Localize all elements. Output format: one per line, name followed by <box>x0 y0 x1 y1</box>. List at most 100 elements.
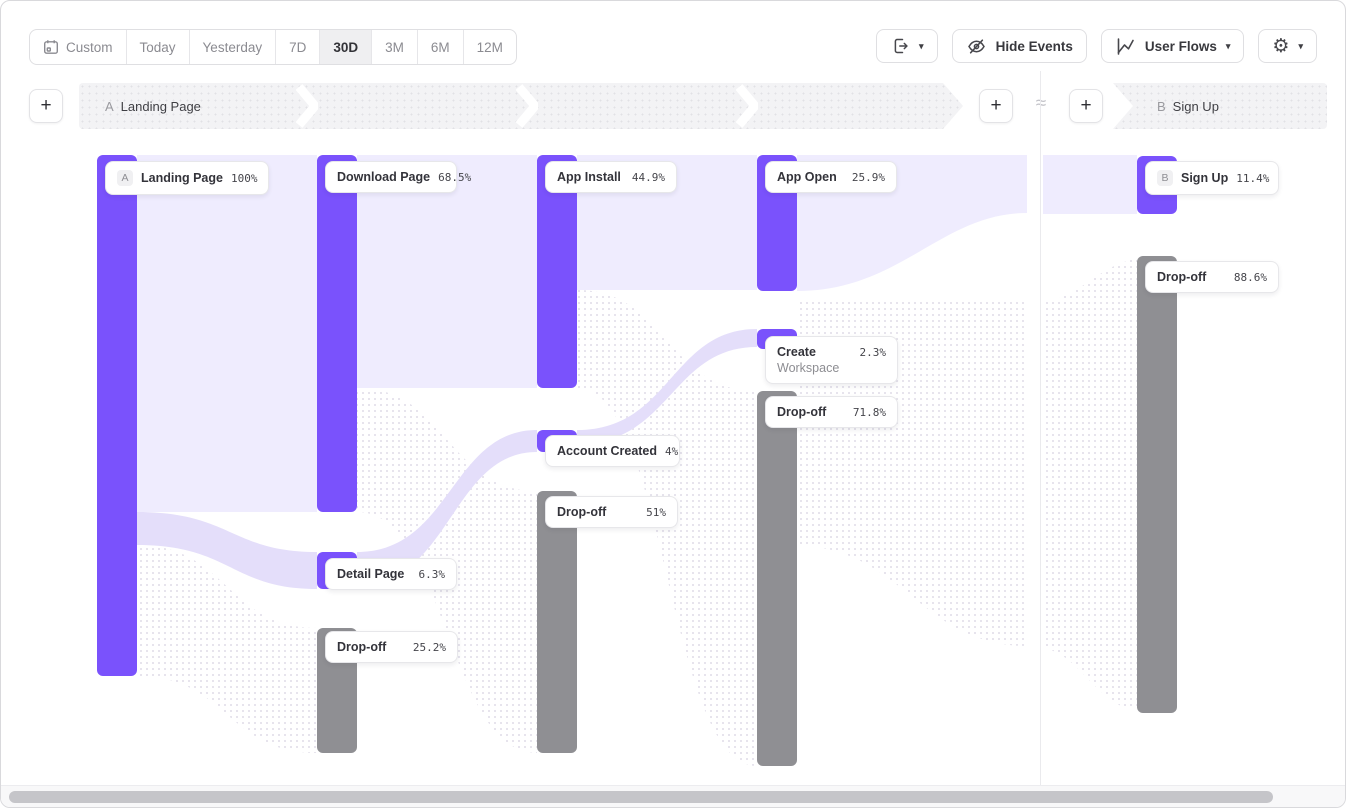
ribbon-account-to-workspace <box>577 329 757 444</box>
card-row: Workspace <box>777 361 886 375</box>
node-value: 11.4% <box>1236 172 1269 185</box>
gear-icon: ⚙ <box>1272 37 1289 56</box>
node-label-secondary: Workspace <box>777 361 839 375</box>
date-range-label: 6M <box>431 40 450 55</box>
node-label: Drop-off <box>337 640 386 654</box>
node-card-app-install[interactable]: App Install 44.9% <box>545 161 677 193</box>
date-range-3m[interactable]: 3M <box>371 30 417 64</box>
node-card-sign-up[interactable]: B Sign Up 11.4% <box>1145 161 1279 195</box>
settings-button[interactable]: ⚙ ▾ <box>1258 29 1317 63</box>
node-card-landing-page[interactable]: A Landing Page 100% <box>105 161 269 195</box>
view-selector-label: User Flows <box>1145 39 1217 54</box>
node-value: 4% <box>665 445 678 458</box>
node-value: 71.8% <box>853 406 886 419</box>
node-card-dropoff-2[interactable]: Drop-off 51% <box>545 496 678 528</box>
view-selector-user-flows[interactable]: User Flows ▾ <box>1101 29 1245 63</box>
card-row: Create 2.3% <box>777 345 886 359</box>
date-range-12m[interactable]: 12M <box>463 30 516 64</box>
node-bar-dropoff-4[interactable] <box>1137 256 1177 713</box>
date-range-label: Yesterday <box>203 40 263 55</box>
date-range-label: 12M <box>477 40 503 55</box>
step-a-band[interactable]: A Landing Page <box>79 83 963 129</box>
node-card-dropoff-4[interactable]: Drop-off 88.6% <box>1145 261 1279 293</box>
date-range-label: 3M <box>385 40 404 55</box>
node-label: Landing Page <box>141 171 223 185</box>
node-card-detail-page[interactable]: Detail Page 6.3% <box>325 558 457 590</box>
flows-chart-icon <box>1115 36 1136 57</box>
ribbon-landing-to-detail <box>137 512 317 589</box>
node-label: Download Page <box>337 170 430 184</box>
date-range-today[interactable]: Today <box>126 30 189 64</box>
node-label: Drop-off <box>557 505 606 519</box>
step-badge: A <box>117 170 133 186</box>
step-a-badge: A <box>105 99 114 114</box>
chevron-separator-icon <box>736 83 758 129</box>
eye-off-icon <box>966 36 987 57</box>
date-range-30d-selected[interactable]: 30D <box>319 30 371 64</box>
export-button[interactable]: ▾ <box>876 29 938 63</box>
node-card-dropoff-1[interactable]: Drop-off 25.2% <box>325 631 458 663</box>
node-value: 51% <box>646 506 666 519</box>
node-label: App Install <box>557 170 621 184</box>
step-b-band[interactable]: B Sign Up <box>1113 83 1327 129</box>
ribbon-install-to-dropoff <box>577 290 757 766</box>
calendar-icon <box>43 39 59 55</box>
chevron-down-icon: ▾ <box>1226 42 1231 51</box>
date-range-custom[interactable]: Custom <box>30 30 126 64</box>
plus-icon: + <box>40 95 51 117</box>
ribbon-landing-to-dropoff <box>137 545 317 753</box>
node-value: 100% <box>231 172 258 185</box>
date-range-6m[interactable]: 6M <box>417 30 463 64</box>
horizontal-scrollbar-thumb[interactable] <box>9 791 1273 803</box>
chevron-separator-icon <box>516 83 538 129</box>
hide-events-label: Hide Events <box>996 39 1073 54</box>
node-bar-landing-page[interactable] <box>97 155 137 676</box>
chevron-down-icon: ▾ <box>919 42 924 51</box>
add-step-before-button[interactable]: + <box>29 89 63 123</box>
node-value: 25.2% <box>413 641 446 654</box>
export-icon <box>890 36 910 56</box>
node-value: 88.6% <box>1234 271 1267 284</box>
chevron-down-icon: ▾ <box>1298 42 1303 51</box>
node-card-app-open[interactable]: App Open 25.9% <box>765 161 897 193</box>
node-bar-download-page[interactable] <box>317 155 357 512</box>
node-value: 6.3% <box>419 568 446 581</box>
node-bar-dropoff-3[interactable] <box>757 391 797 766</box>
add-step-before-b-button[interactable]: + <box>1069 89 1103 123</box>
plus-icon: + <box>990 95 1001 117</box>
date-range-label: 7D <box>289 40 306 55</box>
node-value: 68.5% <box>438 171 471 184</box>
approx-symbol: ≈ <box>1030 93 1052 115</box>
node-label: Sign Up <box>1181 171 1228 185</box>
node-label: App Open <box>777 170 837 184</box>
date-range-label: 30D <box>333 40 358 55</box>
node-value: 2.3% <box>860 346 887 359</box>
node-label: Detail Page <box>337 567 404 581</box>
node-card-dropoff-3[interactable]: Drop-off 71.8% <box>765 396 898 428</box>
date-range-7d[interactable]: 7D <box>275 30 319 64</box>
node-value: 25.9% <box>852 171 885 184</box>
node-bar-dropoff-2[interactable] <box>537 491 577 753</box>
ribbon-open-to-dropoff-right <box>1043 259 1137 709</box>
add-step-end-a-button[interactable]: + <box>979 89 1013 123</box>
hide-events-button[interactable]: Hide Events <box>952 29 1087 63</box>
date-range-label: Today <box>140 40 176 55</box>
date-range-segmented-control: Custom Today Yesterday 7D 30D 3M 6M 12M <box>29 29 517 65</box>
section-divider <box>1040 71 1041 785</box>
toolbar-right-group: ▾ Hide Events User Flows ▾ <box>876 29 1317 63</box>
chevron-separator-icon <box>296 83 318 129</box>
ribbon-open-to-signup-right <box>1043 155 1137 214</box>
ribbon-landing-to-download <box>137 155 317 512</box>
node-card-create-workspace[interactable]: Create 2.3% Workspace <box>765 336 898 384</box>
plus-icon: + <box>1080 95 1091 117</box>
node-value: 44.9% <box>632 171 665 184</box>
node-card-download-page[interactable]: Download Page 68.5% <box>325 161 457 193</box>
node-label: Account Created <box>557 444 657 458</box>
node-label: Drop-off <box>1157 270 1206 284</box>
date-range-yesterday[interactable]: Yesterday <box>189 30 276 64</box>
node-card-account-created[interactable]: Account Created 4% <box>545 435 680 467</box>
user-flows-app: Custom Today Yesterday 7D 30D 3M 6M 12M … <box>0 0 1346 808</box>
node-label: Drop-off <box>777 405 826 419</box>
step-b-label: Sign Up <box>1173 99 1219 114</box>
step-a-label: Landing Page <box>121 99 201 114</box>
